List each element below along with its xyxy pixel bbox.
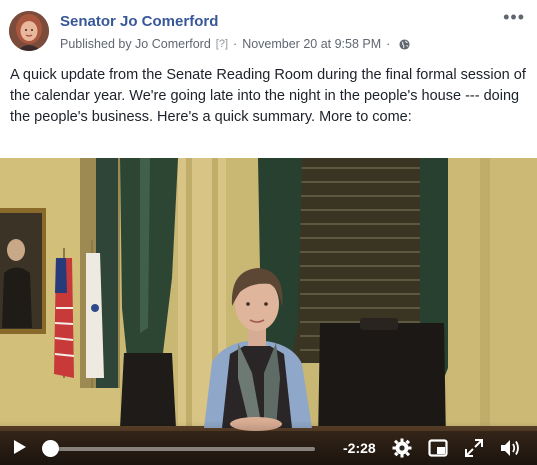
volume-icon[interactable] <box>500 438 522 458</box>
time-remaining: -2:28 <box>343 440 376 456</box>
meta-separator-2: · <box>386 37 391 51</box>
globe-icon[interactable] <box>399 38 410 50</box>
published-by[interactable]: Published by Jo Comerford <box>60 37 211 51</box>
fullscreen-icon[interactable] <box>464 438 484 458</box>
play-icon[interactable] <box>13 439 27 455</box>
picture-in-picture-icon[interactable] <box>428 438 448 458</box>
post-text: A quick update from the Senate Reading R… <box>10 67 526 125</box>
video-frame <box>0 158 537 465</box>
meta-separator: · <box>233 37 238 51</box>
progress-scrubber[interactable] <box>42 440 59 457</box>
post-meta: Published by Jo Comerford [?] · November… <box>60 37 410 51</box>
post-date-link[interactable]: November 20 at 9:58 PM <box>242 37 381 51</box>
video-player[interactable]: -2:28 <box>0 158 537 465</box>
more-options-icon[interactable]: ••• <box>503 8 525 26</box>
help-marker[interactable]: [?] <box>216 38 228 50</box>
settings-icon[interactable] <box>392 438 412 458</box>
facebook-post: Senator Jo Comerford Published by Jo Com… <box>0 0 537 465</box>
page-name-link[interactable]: Senator Jo Comerford <box>60 13 218 30</box>
progress-track[interactable] <box>45 447 315 451</box>
page-avatar[interactable] <box>9 11 49 51</box>
video-controls: -2:28 <box>0 421 537 465</box>
